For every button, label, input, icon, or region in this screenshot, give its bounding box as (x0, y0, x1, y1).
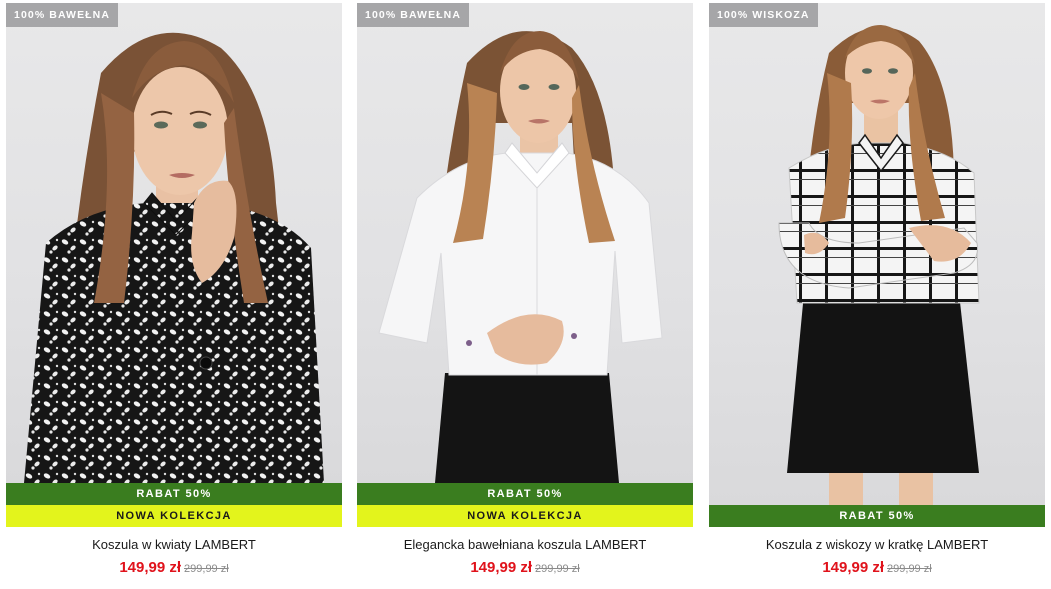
price-row: 149,99 zł 299,99 zł (357, 559, 693, 578)
product-card[interactable]: 100% WISKOZA RABAT 50% (709, 3, 1045, 527)
product-image[interactable]: 100% BAWEŁNA (6, 3, 342, 483)
product-info: Koszula w kwiaty LAMBERT 149,99 zł 299,99… (6, 536, 342, 578)
product-name[interactable]: Elegancka bawełniana koszula LAMBERT (357, 536, 693, 554)
discount-badge: RABAT 50% (709, 505, 1045, 527)
model-floral-shirt-illustration (24, 32, 324, 483)
product-name[interactable]: Koszula z wiskozy w kratkę LAMBERT (709, 536, 1045, 554)
original-price: 299,99 zł (184, 563, 229, 575)
material-tag: 100% BAWEŁNA (357, 3, 470, 27)
discount-badge: RABAT 50% (357, 483, 693, 505)
sale-price: 149,99 zł (822, 559, 885, 576)
new-collection-badge: NOWA KOLEKCJA (6, 505, 342, 527)
original-price: 299,99 zł (535, 563, 580, 575)
product-grid: 100% BAWEŁNA RABAT 50% NOWA KOLEKCJA 100… (0, 0, 1051, 589)
material-tag: 100% BAWEŁNA (6, 3, 119, 27)
new-collection-badge: NOWA KOLEKCJA (357, 505, 693, 527)
sale-price: 149,99 zł (470, 559, 533, 576)
product-info: Elegancka bawełniana koszula LAMBERT 149… (357, 536, 693, 578)
model-white-shirt-illustration (378, 31, 663, 483)
price-row: 149,99 zł 299,99 zł (6, 559, 342, 578)
sale-price: 149,99 zł (119, 559, 182, 576)
product-image[interactable]: 100% WISKOZA (709, 3, 1045, 505)
product-name[interactable]: Koszula w kwiaty LAMBERT (6, 536, 342, 554)
original-price: 299,99 zł (887, 563, 932, 575)
price-row: 149,99 zł 299,99 zł (709, 559, 1045, 578)
product-card[interactable]: 100% BAWEŁNA RABAT 50% NOWA KOLEKCJA (6, 3, 342, 527)
discount-badge: RABAT 50% (6, 483, 342, 505)
product-card[interactable]: 100% BAWEŁNA RABAT 50% NOWA KOLEKCJA (357, 3, 693, 527)
model-check-shirt-illustration (778, 25, 980, 505)
material-tag: 100% WISKOZA (709, 3, 818, 27)
product-info: Koszula z wiskozy w kratkę LAMBERT 149,9… (709, 536, 1045, 578)
product-image[interactable]: 100% BAWEŁNA (357, 3, 693, 483)
